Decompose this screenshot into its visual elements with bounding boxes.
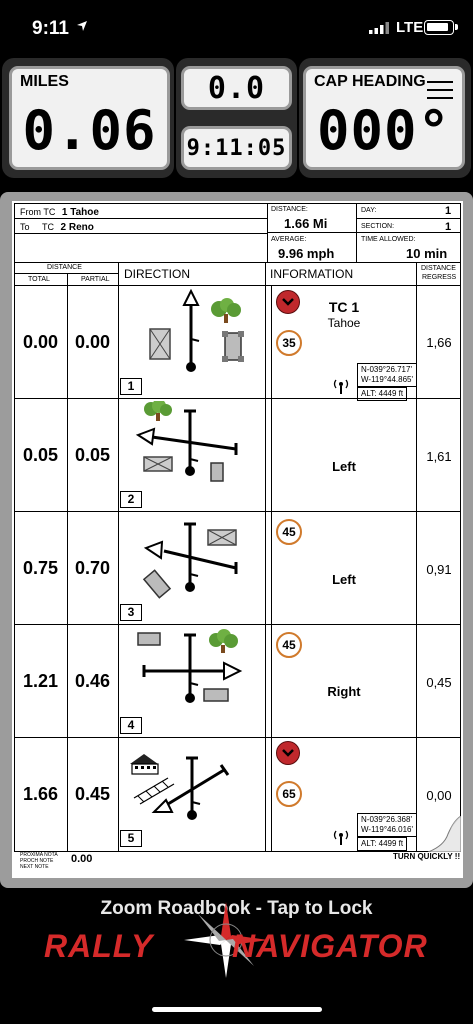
day-value: 1 bbox=[445, 205, 452, 217]
time-allowed-value: 10 min bbox=[406, 246, 448, 261]
row-partial: 0.45 bbox=[74, 784, 111, 804]
info-instruction: Right bbox=[327, 684, 361, 699]
miles-display: MILES 0.06 bbox=[9, 66, 170, 170]
center-panel[interactable]: 0.0 9:11:05 bbox=[176, 58, 297, 178]
battery-icon bbox=[424, 20, 458, 35]
info-instruction: Left bbox=[332, 572, 356, 587]
row-regress: 1,61 bbox=[426, 449, 452, 464]
row-number: 5 bbox=[120, 830, 142, 847]
miles-label: MILES bbox=[20, 73, 69, 90]
center-top-value: 0.0 bbox=[207, 71, 266, 106]
row-number: 2 bbox=[120, 491, 142, 508]
altitude: ALT: 4499 ft bbox=[357, 837, 408, 851]
brand-rally: RALLY bbox=[44, 928, 154, 964]
row-total: 1.66 bbox=[22, 784, 59, 804]
info-instruction: Left bbox=[332, 459, 356, 474]
next-note-label: PROXIMA NOTA PROCH NOTE NEXT NOTE bbox=[20, 852, 58, 870]
col-distance: DISTANCE bbox=[47, 264, 82, 271]
tc-subtitle: Tahoe bbox=[327, 316, 361, 330]
cap-heading-value: 000° bbox=[316, 99, 452, 162]
col-partial: PARTIAL bbox=[81, 276, 110, 283]
tulip-diagram-2 bbox=[135, 401, 238, 482]
row-regress: 0,00 bbox=[426, 788, 452, 803]
col-regress-2: REGRESS bbox=[422, 274, 457, 281]
gps-lat: N-039°26.368' bbox=[361, 815, 412, 824]
radio-tower-icon bbox=[333, 379, 349, 394]
gps-lon: W-119°46.016' bbox=[361, 825, 414, 834]
next-note-3: NEXT NOTE bbox=[20, 864, 49, 870]
clock-value: 9:11:05 bbox=[186, 136, 287, 161]
center-bottom-display: 9:11:05 bbox=[181, 126, 292, 170]
row-regress: 0,45 bbox=[426, 675, 452, 690]
col-information: INFORMATION bbox=[270, 267, 354, 281]
gps-lon: W-119°44.865' bbox=[361, 375, 414, 384]
tulip-diagram-5 bbox=[130, 754, 230, 820]
average-value: 9.96 mph bbox=[278, 246, 335, 261]
from-value: 1 Tahoe bbox=[61, 207, 99, 218]
brand-logo: RALLY NAVIGATOR bbox=[0, 902, 473, 980]
tulip-diagram-1 bbox=[149, 289, 244, 372]
row-regress: 0,91 bbox=[426, 562, 452, 577]
cap-heading-label: CAP HEADING bbox=[314, 73, 426, 90]
radio-tower-icon bbox=[333, 830, 349, 845]
brand-navigator: NAVIGATOR bbox=[232, 928, 428, 964]
gps-coordinates: N-039°26.717' W-119°44.865' bbox=[357, 363, 418, 387]
from-prefix: From TC bbox=[20, 207, 56, 217]
menu-icon[interactable] bbox=[427, 81, 453, 105]
row-regress: 1,66 bbox=[426, 335, 452, 350]
distance-value: 1.66 Mi bbox=[284, 216, 328, 231]
alert-chevron-icon bbox=[276, 741, 300, 765]
cap-heading-display: CAP HEADING 000° bbox=[303, 66, 465, 170]
row-total: 0.05 bbox=[22, 445, 59, 465]
location-arrow-icon bbox=[77, 21, 87, 31]
to-tc: TC bbox=[42, 222, 55, 232]
row-number: 3 bbox=[120, 604, 142, 621]
tc-title: TC 1 bbox=[328, 299, 360, 315]
speed-limit-badge: 35 bbox=[276, 330, 302, 356]
gps-coordinates: N-039°26.368' W-119°46.016' bbox=[357, 813, 418, 837]
section-value: 1 bbox=[445, 221, 452, 233]
row-number: 1 bbox=[120, 378, 142, 395]
day-label: DAY: bbox=[361, 207, 377, 214]
network-type: LTE bbox=[396, 19, 424, 36]
status-time: 9:11 bbox=[32, 18, 69, 39]
signal-bars-icon bbox=[369, 22, 389, 34]
to-value: 2 Reno bbox=[60, 222, 94, 233]
home-indicator[interactable] bbox=[152, 1007, 322, 1012]
row-total: 0.00 bbox=[22, 332, 59, 352]
page-curl-icon[interactable] bbox=[428, 816, 461, 852]
status-bar: 9:11 LTE bbox=[0, 0, 473, 56]
speed-limit-badge: 45 bbox=[276, 632, 302, 658]
section-label: SECTION: bbox=[361, 223, 395, 230]
time-allowed-label: TIME ALLOWED: bbox=[361, 236, 416, 243]
col-direction: DIRECTION bbox=[124, 267, 190, 281]
row-partial: 0.00 bbox=[74, 332, 111, 352]
next-note-value: 0.00 bbox=[71, 853, 93, 865]
gps-lat: N-039°26.717' bbox=[361, 365, 412, 374]
row-partial: 0.70 bbox=[74, 558, 111, 578]
average-label: AVERAGE: bbox=[271, 236, 307, 243]
center-top-display: 0.0 bbox=[181, 66, 292, 110]
col-regress-1: DISTANCE bbox=[421, 265, 456, 272]
turn-quickly: TURN QUICKLY !! bbox=[393, 852, 461, 861]
speed-limit-badge: 45 bbox=[276, 519, 302, 545]
miles-panel[interactable]: MILES 0.06 bbox=[2, 58, 174, 178]
distance-label: DISTANCE: bbox=[271, 206, 308, 213]
row-total: 1.21 bbox=[22, 671, 59, 691]
roadbook-sheet[interactable]: From TC 1 Tahoe To TC 2 Reno DISTANCE: 1… bbox=[12, 201, 463, 878]
tulip-diagram-3 bbox=[142, 522, 238, 599]
row-partial: 0.05 bbox=[74, 445, 111, 465]
row-number: 4 bbox=[120, 717, 142, 734]
altitude: ALT: 4449 ft bbox=[357, 387, 408, 401]
speed-limit-badge: 65 bbox=[276, 781, 302, 807]
col-total: TOTAL bbox=[28, 276, 50, 283]
row-total: 0.75 bbox=[22, 558, 59, 578]
cap-heading-panel[interactable]: CAP HEADING 000° bbox=[299, 58, 471, 178]
miles-value: 0.06 bbox=[22, 99, 157, 162]
to-prefix: To bbox=[20, 222, 30, 232]
to-cell: To TC 2 Reno bbox=[20, 222, 94, 233]
row-partial: 0.46 bbox=[74, 671, 111, 691]
tulip-diagram-4 bbox=[137, 629, 243, 703]
from-cell: From TC 1 Tahoe bbox=[20, 207, 99, 218]
